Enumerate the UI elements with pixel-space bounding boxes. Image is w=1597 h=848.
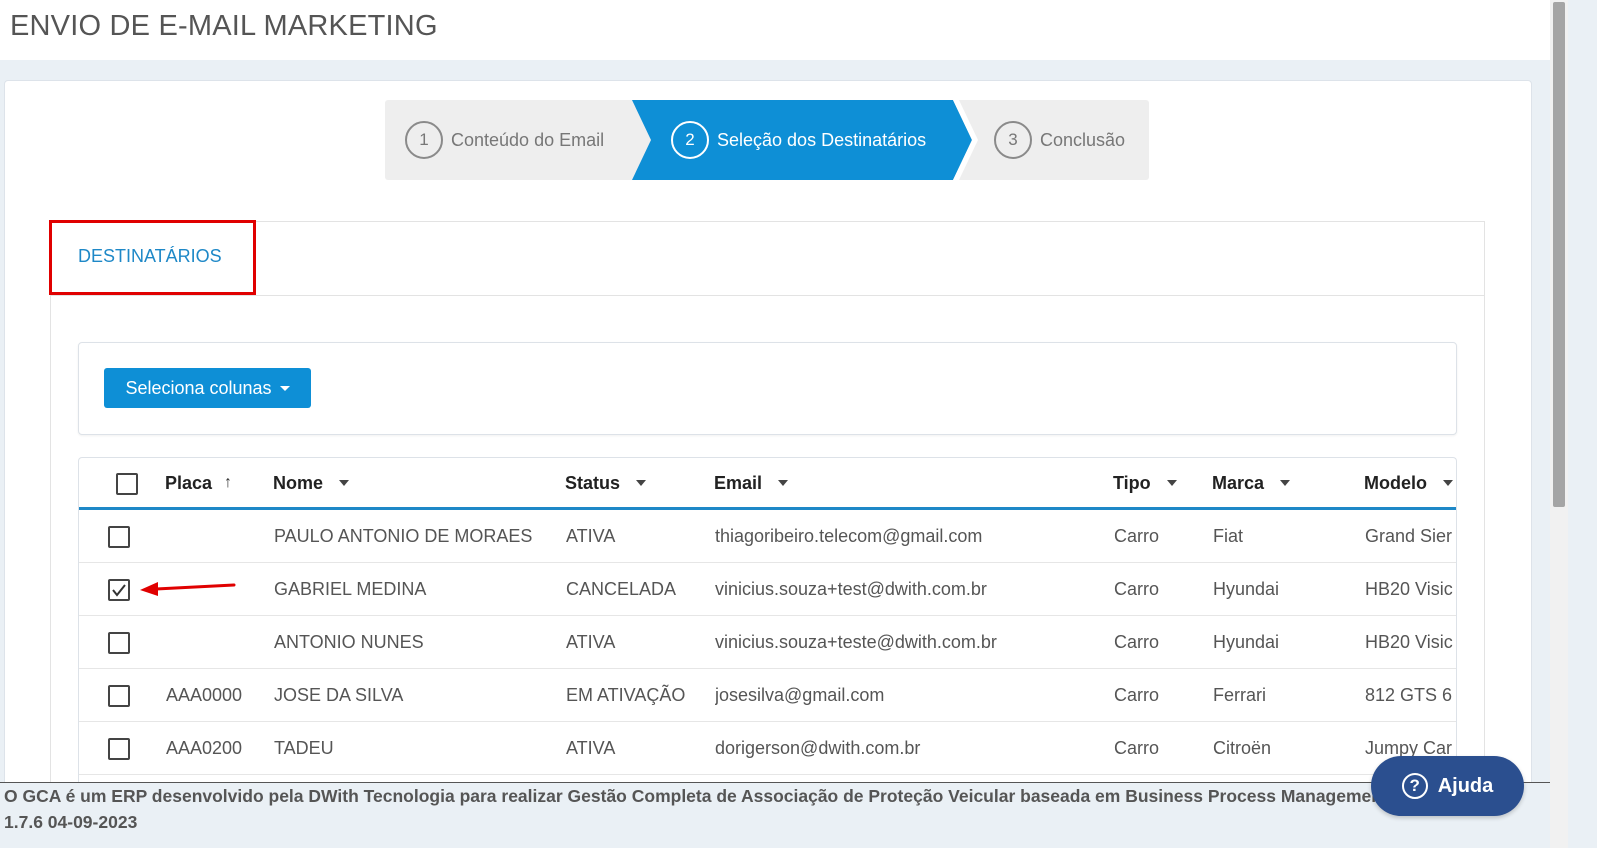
column-label-tipo: Tipo: [1113, 472, 1151, 493]
cell-tipo: Carro: [1114, 525, 1160, 546]
step-label-1: Conteúdo do Email: [451, 129, 605, 150]
help-button[interactable]: ? Ajuda: [1371, 756, 1524, 816]
row-checkbox[interactable]: [108, 738, 130, 760]
cell-status: ATIVA: [566, 525, 616, 546]
column-header-nome[interactable]: Nome: [273, 458, 350, 508]
cell-modelo: 812 GTS 6: [1365, 684, 1453, 705]
cell-placa: AAA0000: [166, 684, 243, 705]
wizard-steps: 1 Conteúdo do Email 2 Seleção dos Destin…: [385, 100, 1149, 180]
step-label-2: Seleção dos Destinatários: [717, 129, 927, 150]
sort-caret-icon: [1443, 480, 1453, 486]
cell-marca: Ferrari: [1213, 684, 1266, 705]
sort-caret-icon: [1280, 480, 1291, 486]
cell-status: ATIVA: [566, 737, 616, 758]
cell-email: josesilva@gmail.com: [715, 684, 885, 705]
row-checkbox[interactable]: [108, 685, 130, 707]
cell-email: dorigerson@dwith.com.br: [715, 737, 921, 758]
step-label-3: Conclusão: [1040, 129, 1126, 150]
cell-marca: Hyundai: [1213, 578, 1280, 599]
column-label-status: Status: [565, 472, 621, 493]
sort-caret-icon: [339, 480, 350, 486]
cell-status: CANCELADA: [566, 578, 677, 599]
cell-nome: TADEU: [274, 737, 334, 758]
wizard-step-2[interactable]: 2 Seleção dos Destinatários: [671, 100, 926, 180]
table-row[interactable]: AAA0200 TADEU ATIVA dorigerson@dwith.com…: [79, 722, 1456, 775]
cell-placa: [166, 510, 266, 562]
table-header: Placa ↑ Nome Status Email Tipo Marca Mod…: [79, 458, 1456, 510]
select-columns-button[interactable]: Seleciona colunas: [104, 368, 311, 408]
page-title: ENVIO DE E-MAIL MARKETING: [10, 10, 438, 42]
cell-tipo: Carro: [1114, 631, 1160, 652]
cell-placa: [166, 616, 266, 668]
cell-nome: GABRIEL MEDINA: [274, 578, 427, 599]
footer-description: O GCA é um ERP desenvolvido pela DWith T…: [4, 786, 1444, 806]
footer-version: 1.7.6 04-09-2023: [4, 812, 138, 832]
cell-status: ATIVA: [566, 631, 616, 652]
step-number-3: 3: [994, 121, 1032, 159]
tab-divider: [50, 295, 1485, 296]
cell-tipo: Carro: [1114, 737, 1160, 758]
table-row[interactable]: GABRIEL MEDINA CANCELADA vinicius.souza+…: [79, 563, 1456, 616]
row-checkbox[interactable]: [108, 579, 130, 601]
help-label: Ajuda: [1437, 774, 1494, 797]
cell-modelo: HB20 Visic: [1365, 578, 1453, 599]
caret-down-icon: [279, 385, 290, 391]
recipients-table: Placa ↑ Nome Status Email Tipo Marca Mod…: [78, 457, 1457, 792]
cell-modelo: HB20 Visic: [1365, 631, 1453, 652]
cell-tipo: Carro: [1114, 684, 1160, 705]
sort-asc-icon: ↑: [224, 474, 233, 491]
cell-nome: PAULO ANTONIO DE MORAES: [274, 525, 533, 546]
scrollbar-thumb[interactable]: [1553, 2, 1565, 507]
cell-marca: Hyundai: [1213, 631, 1280, 652]
cell-modelo: Grand Sier: [1365, 525, 1453, 546]
cell-email: thiagoribeiro.telecom@gmail.com: [715, 525, 983, 546]
cell-email: vinicius.souza+teste@dwith.com.br: [715, 631, 997, 652]
sort-caret-icon: [636, 480, 647, 486]
column-label-marca: Marca: [1212, 472, 1265, 493]
cell-marca: Citroën: [1213, 737, 1272, 758]
sort-caret-icon: [1166, 480, 1177, 486]
page-header: ENVIO DE E-MAIL MARKETING: [0, 0, 1550, 60]
table-row[interactable]: AAA0000 JOSE DA SILVA EM ATIVAÇÃO josesi…: [79, 669, 1456, 722]
table-row[interactable]: ANTONIO NUNES ATIVA vinicius.souza+teste…: [79, 616, 1456, 669]
cell-email: vinicius.souza+test@dwith.com.br: [715, 578, 987, 599]
sort-caret-icon: [778, 480, 789, 486]
row-checkbox[interactable]: [108, 632, 130, 654]
wizard-step-1[interactable]: 1 Conteúdo do Email: [405, 100, 604, 180]
cell-marca: Fiat: [1213, 525, 1244, 546]
row-checkbox[interactable]: [108, 526, 130, 548]
wizard-step-3[interactable]: 3 Conclusão: [994, 100, 1125, 180]
checkmark-icon: [112, 584, 126, 597]
column-header-tipo[interactable]: Tipo: [1113, 458, 1177, 508]
cell-nome: ANTONIO NUNES: [274, 631, 424, 652]
red-arrow-annotation: [140, 582, 236, 596]
highlight-box: [49, 220, 256, 295]
select-columns-label: Seleciona colunas: [125, 377, 272, 398]
cell-status: EM ATIVAÇÃO: [566, 684, 686, 705]
cell-placa: AAA0200: [166, 737, 243, 758]
step-number-2: 2: [671, 121, 709, 159]
column-label-email: Email: [714, 472, 763, 493]
column-header-placa[interactable]: Placa ↑: [165, 458, 232, 508]
cell-nome: JOSE DA SILVA: [274, 684, 404, 705]
cell-tipo: Carro: [1114, 578, 1160, 599]
column-header-modelo[interactable]: Modelo: [1364, 458, 1453, 508]
step-number-1: 1: [405, 121, 443, 159]
column-label-modelo: Modelo: [1364, 472, 1427, 493]
column-label-nome: Nome: [273, 472, 324, 493]
table-row[interactable]: PAULO ANTONIO DE MORAES ATIVA thiagoribe…: [79, 510, 1456, 563]
column-header-email[interactable]: Email: [714, 458, 789, 508]
column-header-marca[interactable]: Marca: [1212, 458, 1291, 508]
column-header-status[interactable]: Status: [565, 458, 647, 508]
column-label-placa: Placa: [165, 472, 213, 493]
question-circle-icon: ?: [1401, 773, 1428, 799]
select-all-checkbox[interactable]: [116, 473, 138, 495]
